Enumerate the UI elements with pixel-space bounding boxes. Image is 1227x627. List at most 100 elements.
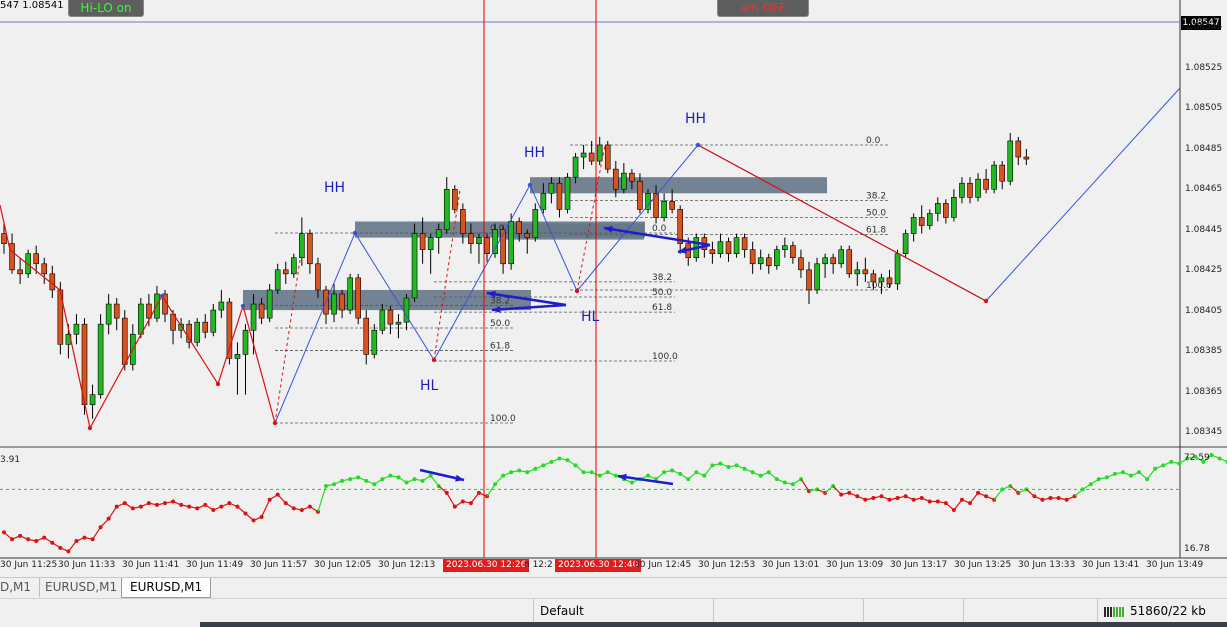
swing-point — [983, 298, 989, 304]
candle-body — [725, 241, 732, 255]
price-label: 1.08465 — [1185, 184, 1223, 194]
indicator-vertical-lines — [483, 446, 597, 558]
candle-body — [315, 263, 321, 291]
candle-body — [492, 229, 498, 255]
candle-body — [862, 269, 869, 275]
indicator-segment — [108, 506, 118, 519]
fibo-label: 50.0 — [866, 209, 886, 219]
candle-body — [339, 293, 345, 311]
price-label: 1.08405 — [1185, 306, 1223, 316]
tab-chart-active[interactable]: EURUSD,M1 — [121, 578, 212, 598]
time-label: 30 Jun 12:53 — [698, 560, 756, 570]
time-label: n 12:2 — [524, 560, 553, 570]
swing-point — [527, 182, 533, 188]
candle-body — [468, 233, 474, 244]
price-label: 1.08445 — [1185, 225, 1223, 235]
candle-body — [999, 164, 1006, 182]
candle-body — [250, 303, 257, 331]
candle-body — [967, 182, 973, 198]
time-marker-1: 2023.06.30 12:26 — [443, 559, 530, 572]
candle-body — [717, 241, 724, 255]
candle-body — [218, 301, 225, 311]
candle-body — [709, 249, 716, 255]
candle-body — [943, 203, 949, 218]
am-toggle-button[interactable]: am OFF — [717, 0, 809, 17]
price-label: 1.08385 — [1185, 346, 1223, 356]
candle-body — [814, 263, 820, 291]
indicator-segment — [261, 499, 271, 518]
fibo-label: 0.0 — [866, 136, 881, 146]
price-label: 1.08545 — [1185, 22, 1223, 32]
candle-body — [830, 257, 836, 265]
chart-tab-bar: D,M1 EURUSD,M1 EURUSD,M1 — [0, 577, 1227, 598]
time-label: 30 Jun 13:49 — [1146, 560, 1204, 570]
tab-chart-1[interactable]: D,M1 — [0, 578, 41, 597]
candle-body — [588, 152, 595, 162]
candle-body — [926, 213, 933, 226]
candle-body — [363, 317, 370, 355]
tab-chart-2[interactable]: EURUSD,M1 — [37, 578, 127, 597]
time-label: 30 Jun 13:01 — [762, 560, 820, 570]
candle-body — [564, 176, 571, 210]
candle-body — [194, 321, 200, 343]
time-label: 30 Jun 11:33 — [58, 560, 116, 570]
fibo-label: 100.0 — [490, 414, 516, 424]
candle-body — [838, 249, 845, 265]
candle-body — [1023, 156, 1030, 160]
candle-body — [435, 229, 442, 238]
time-label: 30 Jun 12:05 — [314, 560, 372, 570]
time-label: 30 Jun 13:17 — [890, 560, 948, 570]
connection-bars-icon — [1104, 607, 1124, 617]
candle-body — [387, 309, 394, 325]
candle-body — [210, 309, 217, 333]
candle-body — [951, 197, 957, 218]
fibo-label: 38.2 — [652, 273, 672, 283]
candle-body — [653, 192, 659, 218]
candle-body — [299, 233, 305, 259]
candle-body — [89, 394, 96, 406]
candle-body — [572, 156, 579, 178]
candle-body — [73, 323, 80, 335]
main-price-chart[interactable]: 0.0 38.2 50.0 61.8 100.0 0.0 38.2 50.0 61.8 100.0… — [0, 0, 1227, 446]
candle-body — [621, 172, 627, 190]
candle-body — [596, 144, 603, 162]
swing-point — [87, 425, 93, 431]
candle-body — [934, 203, 941, 214]
indicator-line — [2, 453, 1227, 554]
candle-body — [371, 329, 378, 355]
indicator-bottom-label: 16.78 — [1184, 544, 1210, 554]
candle-body — [661, 201, 667, 218]
candle-body — [773, 249, 780, 267]
time-label: 30 Jun 11:25 — [0, 560, 58, 570]
candle-body — [274, 269, 281, 291]
candle-body — [33, 253, 40, 265]
swing-point — [240, 303, 246, 309]
candle-body — [105, 303, 112, 325]
indicator-segment — [486, 483, 496, 497]
time-label: 30 Jun 12:13 — [378, 560, 436, 570]
price-label: 1.08365 — [1185, 387, 1223, 397]
candle-body — [202, 321, 209, 333]
indicator-subwindow[interactable] — [0, 446, 1227, 576]
time-marker-2: 2023.06.30 12:40 — [555, 559, 642, 572]
candle-body — [975, 178, 981, 198]
candle-body — [782, 245, 788, 250]
candle-body — [749, 249, 756, 265]
hilo-toggle-button[interactable]: Hi-LO on — [68, 0, 144, 17]
hh-label: HH — [524, 145, 546, 161]
candle-body — [355, 277, 362, 319]
candle-body — [113, 303, 120, 319]
candle-body — [854, 269, 861, 275]
candle-body — [798, 257, 804, 271]
time-label: 30 Jun 11:41 — [122, 560, 180, 570]
indicator-arrows — [419, 468, 674, 486]
time-label: 30 Jun 11:57 — [250, 560, 308, 570]
candle-body — [532, 209, 539, 238]
fibo-label: 50.0 — [652, 288, 672, 298]
candle-body — [443, 188, 450, 230]
candle-body — [612, 168, 619, 190]
candle-body — [258, 303, 265, 319]
swing-point — [215, 381, 221, 387]
candle-body — [556, 182, 563, 210]
candle-body — [138, 303, 144, 335]
